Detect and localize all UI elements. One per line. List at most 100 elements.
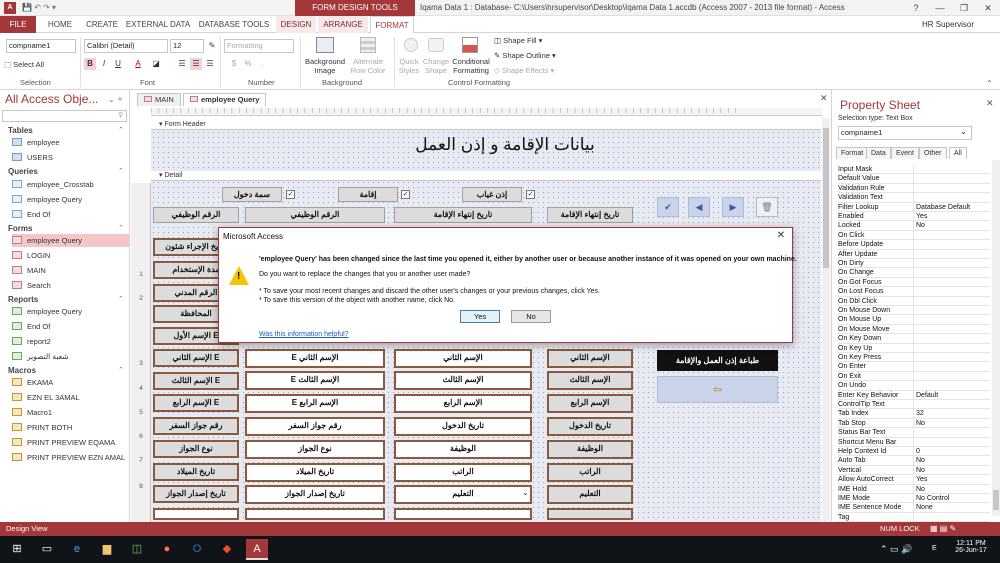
property-value[interactable] — [913, 165, 990, 175]
property-value[interactable] — [913, 174, 990, 184]
restore-button[interactable]: ❐ — [952, 0, 976, 16]
close-button[interactable]: ✕ — [976, 0, 1000, 16]
property-value[interactable] — [913, 183, 990, 194]
property-row[interactable]: Validation Text — [838, 193, 990, 203]
visa-entry-checkbox[interactable]: ✓ — [286, 190, 295, 199]
partial-field[interactable] — [153, 508, 239, 520]
check-icon[interactable]: ✔ — [657, 197, 679, 217]
nav-item-table-employee[interactable]: employee — [12, 136, 129, 149]
close-document-icon[interactable]: ✕ — [820, 93, 828, 104]
property-row[interactable]: Enabled Yes — [838, 212, 990, 222]
property-value[interactable]: No — [913, 418, 990, 429]
font-name-select[interactable]: Calibri (Detail) — [84, 39, 168, 53]
dropdown-arrow-icon[interactable]: ⌄ — [522, 488, 529, 497]
property-row[interactable]: On Exit — [838, 371, 990, 382]
prop-tab-data[interactable]: Data — [866, 147, 891, 159]
property-row[interactable]: Enter Key Behavior Default — [838, 390, 990, 400]
birth-date-label[interactable]: تاريخ الميلاد — [153, 463, 239, 481]
tab-format[interactable]: FORMAT — [370, 16, 414, 33]
property-value[interactable] — [913, 249, 990, 259]
property-row[interactable]: Vertical No — [838, 465, 990, 476]
entry-date-label[interactable]: تاريخ الدخول — [547, 417, 633, 436]
help-button[interactable]: ? — [904, 0, 928, 16]
third-name-label[interactable]: الإسم الثالث — [547, 371, 633, 390]
property-value[interactable] — [913, 287, 990, 297]
property-value[interactable]: Yes — [913, 212, 990, 222]
alternate-row-color-button[interactable]: Alternate Row Color — [346, 57, 390, 75]
property-row[interactable]: On Dbl Click — [838, 296, 990, 306]
education-label[interactable]: التعليم — [547, 485, 633, 504]
passport-issue-date-textbox[interactable]: تاريخ إصدار الجواز — [245, 485, 385, 504]
change-shape-button[interactable]: Change Shape — [422, 57, 450, 75]
third-name-en-label[interactable]: الإسم الثالث E — [153, 372, 239, 390]
tab-external-data[interactable]: EXTERNAL DATA — [122, 16, 194, 33]
align-left-icon[interactable]: ☰ — [176, 58, 188, 70]
property-row[interactable]: Tab Index 32 — [838, 409, 990, 419]
nav-item-macro-ekama[interactable]: EKAMA — [12, 376, 129, 389]
select-all-button[interactable]: ⬚ Select All — [4, 60, 44, 69]
property-row[interactable]: IME Hold No — [838, 484, 990, 494]
property-scrollbar[interactable] — [992, 160, 1000, 516]
minimize-button[interactable]: — — [928, 0, 952, 16]
entry-date-textbox[interactable]: تاريخ الدخول — [394, 417, 532, 436]
property-value[interactable] — [913, 343, 990, 353]
property-value[interactable]: No — [913, 484, 990, 494]
property-value[interactable]: No Control — [913, 494, 990, 504]
next-icon[interactable]: ▶ — [722, 197, 744, 217]
birth-date-textbox[interactable]: تاريخ الميلاد — [245, 463, 385, 482]
tab-arrange[interactable]: ARRANGE — [318, 16, 368, 33]
nav-item-macro-macro1[interactable]: Macro1 — [12, 406, 129, 419]
italic-button[interactable]: I — [98, 58, 110, 70]
windows-start-icon[interactable]: ⊞ — [6, 539, 28, 560]
tab-create[interactable]: CREATE — [82, 16, 122, 33]
property-value[interactable]: Default — [913, 390, 990, 400]
dialog-close-icon[interactable]: ✕ — [774, 229, 788, 243]
property-row[interactable]: Tag — [838, 512, 990, 523]
property-value[interactable] — [913, 277, 990, 288]
background-image-button[interactable]: Background Image — [304, 57, 346, 75]
fill-color-icon[interactable]: ◪ — [150, 58, 162, 70]
job-textbox[interactable]: الوظيفة — [394, 440, 532, 459]
fourth-name-en-label[interactable]: الإسم الرابع E — [153, 394, 239, 412]
property-row[interactable]: On Click — [838, 230, 990, 241]
salary-textbox[interactable]: الراتب — [394, 463, 532, 482]
nav-item-form-login[interactable]: LOGIN — [12, 249, 129, 262]
scrollbar-thumb[interactable] — [993, 490, 999, 510]
passport-number-label[interactable]: رقم جواز السفر — [153, 417, 239, 435]
nav-item-report-report2[interactable]: report2 — [12, 335, 129, 348]
third-name-textbox[interactable]: الإسم الثالث — [394, 371, 532, 390]
partial-field[interactable] — [245, 508, 385, 520]
nav-item-report-photo[interactable]: شعبة التصوير — [12, 350, 129, 363]
clock[interactable]: 12:11 PM 26-Jun-17 — [950, 540, 992, 554]
nav-section-macros[interactable]: Macros — [8, 366, 36, 375]
residence-expiry-field[interactable]: تاريخ إنتهاء الإقامة — [394, 207, 532, 223]
help-link[interactable]: Was this information helpful? — [259, 331, 349, 338]
nav-item-macro-print-eqama[interactable]: PRINT PREVIEW EQAMA — [12, 436, 129, 449]
passport-type-label[interactable]: نوع الجواز — [153, 440, 239, 458]
property-row[interactable]: On Key Press — [838, 353, 990, 363]
file-explorer-icon[interactable]: ▆ — [96, 539, 118, 560]
property-value[interactable] — [913, 240, 990, 250]
property-row[interactable]: On Change — [838, 268, 990, 278]
access-taskbar-icon[interactable]: A — [246, 539, 268, 560]
nav-item-report-employee-query[interactable]: employee Query — [12, 305, 129, 318]
nav-item-query-crosstab[interactable]: employee_Crosstab — [12, 178, 129, 191]
prop-tab-other[interactable]: Other — [919, 147, 947, 159]
tab-database-tools[interactable]: DATABASE TOOLS — [194, 16, 274, 33]
property-row[interactable]: On Enter — [838, 362, 990, 372]
internet-explorer-icon[interactable]: e — [66, 539, 88, 560]
view-switcher-icons[interactable]: ▦ ▤ ✎ — [930, 522, 956, 536]
property-row[interactable]: On Undo — [838, 381, 990, 391]
nav-item-form-employee-query[interactable]: employee Query — [12, 234, 129, 247]
nav-item-macro-print-both[interactable]: PRINT BOTH — [12, 421, 129, 434]
nav-item-form-main[interactable]: MAIN — [12, 264, 129, 277]
firefox-icon[interactable]: ● — [156, 539, 178, 560]
close-pane-icon[interactable]: ✕ — [986, 98, 994, 109]
collapse-chevron-icon[interactable]: ⌃ — [118, 224, 124, 232]
property-row[interactable]: IME Sentence Mode None — [838, 503, 990, 513]
app-icon[interactable]: ◆ — [216, 539, 238, 560]
property-value[interactable] — [913, 362, 990, 372]
property-value[interactable]: No — [913, 465, 990, 476]
property-value[interactable] — [913, 193, 990, 203]
residence-checkbox[interactable]: ✓ — [401, 190, 410, 199]
